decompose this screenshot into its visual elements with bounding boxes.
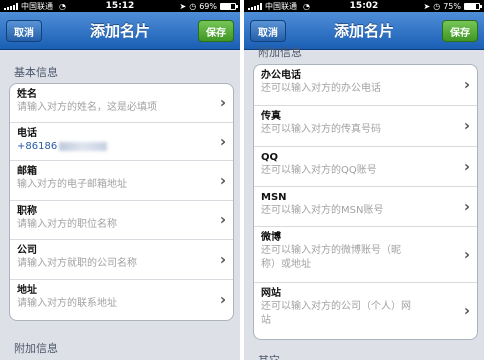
field-weibo[interactable]: 微博 还可以输入对方的微博账号（昵 称）或地址 › xyxy=(254,227,477,283)
status-bar: 中国联通 ◔ 15:02 ➤ ◷ 75% xyxy=(244,0,484,12)
chevron-right-icon: › xyxy=(463,197,470,215)
section-header-extra: 附加信息 xyxy=(258,46,302,59)
cancel-button[interactable]: 取消 xyxy=(250,20,286,42)
field-value: 还可以输入对方的QQ账号 xyxy=(261,165,377,176)
field-label: 传真 xyxy=(261,111,281,122)
field-value: 还可以输入对方的MSN账号 xyxy=(261,205,384,216)
status-bar: 中国联通 ◔ 15:12 ➤ ◷ 69% xyxy=(0,0,240,12)
field-value: 请输入对方的职位名称 xyxy=(17,219,117,230)
field-label: 微博 xyxy=(261,232,281,243)
wifi-icon: ◔ xyxy=(59,1,66,11)
right-screen: 中国联通 ◔ 15:02 ➤ ◷ 75% 取消 添加名片 保存 附加信息 办公电… xyxy=(244,0,484,360)
field-email[interactable]: 邮箱 输入对方的电子邮箱地址 › xyxy=(10,161,233,201)
field-office-phone[interactable]: 办公电话 还可以输入对方的办公电话 › xyxy=(254,65,477,106)
cancel-button[interactable]: 取消 xyxy=(6,20,42,42)
form-content: 附加信息 办公电话 还可以输入对方的办公电话 › 传真 还可以输入对方的传真号码… xyxy=(244,46,484,360)
field-label: 邮箱 xyxy=(17,166,37,177)
field-value-line2: 称）或地址 xyxy=(261,259,311,270)
battery-percent: 75% xyxy=(443,1,461,11)
page-title: 添加名片 xyxy=(333,22,394,40)
field-value-line1: 还可以输入对方的微博账号（昵 xyxy=(261,245,401,256)
field-address[interactable]: 地址 请输入对方的联系地址 › xyxy=(10,280,233,320)
field-label: 姓名 xyxy=(17,89,37,100)
field-value: 还可以输入对方的传真号码 xyxy=(261,124,381,135)
field-label: 地址 xyxy=(17,285,37,296)
redacted-number xyxy=(59,141,108,151)
chevron-right-icon: › xyxy=(219,171,226,189)
field-label: 职称 xyxy=(17,206,37,217)
carrier-name: 中国联通 xyxy=(21,1,53,11)
field-company[interactable]: 公司 请输入对方就职的公司名称 › xyxy=(10,240,233,280)
section-header-extra: 附加信息 xyxy=(14,342,58,355)
form-content: 基本信息 姓名 请输入对方的姓名，这是必填项 › 电话 +86186 › 邮箱 … xyxy=(0,50,240,360)
left-screen: 中国联通 ◔ 15:12 ➤ ◷ 69% 取消 添加名片 保存 基本信息 姓名 … xyxy=(0,0,240,360)
extra-info-group: 办公电话 还可以输入对方的办公电话 › 传真 还可以输入对方的传真号码 › QQ… xyxy=(253,64,478,340)
field-label: MSN xyxy=(261,192,287,203)
chevron-right-icon: › xyxy=(219,93,226,112)
chevron-right-icon: › xyxy=(219,250,226,268)
carrier: 中国联通 ◔ xyxy=(248,1,310,12)
field-msn[interactable]: MSN 还可以输入对方的MSN账号 › xyxy=(254,187,477,227)
field-value: +86186 xyxy=(17,140,213,154)
field-website[interactable]: 网站 还可以输入对方的公司（个人）网 站 › xyxy=(254,283,477,339)
chevron-right-icon: › xyxy=(463,245,470,263)
alarm-icon: ◷ xyxy=(433,1,441,11)
battery-percent: 69% xyxy=(199,1,217,11)
signal-icon xyxy=(248,2,262,10)
field-label: QQ xyxy=(261,152,279,163)
chevron-right-icon: › xyxy=(463,157,470,175)
basic-info-group: 姓名 请输入对方的姓名，这是必填项 › 电话 +86186 › 邮箱 输入对方的… xyxy=(9,83,234,321)
nav-bar: 取消 添加名片 保存 xyxy=(0,12,240,50)
signal-icon xyxy=(4,2,18,10)
battery-icon xyxy=(464,2,482,10)
carrier-name: 中国联通 xyxy=(265,1,297,11)
carrier: 中国联通 ◔ xyxy=(4,1,66,12)
chevron-right-icon: › xyxy=(219,210,226,229)
alarm-icon: ◷ xyxy=(189,1,197,11)
section-header-other: 其它 xyxy=(244,352,280,360)
save-button[interactable]: 保存 xyxy=(198,20,234,42)
location-icon: ➤ xyxy=(423,1,431,11)
field-fax[interactable]: 传真 还可以输入对方的传真号码 › xyxy=(254,106,477,147)
field-value: 还可以输入对方的办公电话 xyxy=(261,83,381,94)
chevron-right-icon: › xyxy=(219,132,226,150)
field-name[interactable]: 姓名 请输入对方的姓名，这是必填项 › xyxy=(10,84,233,123)
chevron-right-icon: › xyxy=(463,301,470,320)
field-value: 请输入对方的联系地址 xyxy=(17,298,117,309)
field-qq[interactable]: QQ 还可以输入对方的QQ账号 › xyxy=(254,147,477,187)
field-value-line1: 还可以输入对方的公司（个人）网 xyxy=(261,301,411,312)
section-header-basic: 基本信息 xyxy=(14,66,58,79)
save-button[interactable]: 保存 xyxy=(442,20,478,42)
battery-icon xyxy=(220,2,238,10)
chevron-right-icon: › xyxy=(463,75,470,94)
field-label: 网站 xyxy=(261,288,281,299)
field-value: 请输入对方就职的公司名称 xyxy=(17,258,137,269)
page-title: 添加名片 xyxy=(89,22,150,40)
chevron-right-icon: › xyxy=(463,116,470,135)
field-label: 办公电话 xyxy=(261,70,301,81)
chevron-right-icon: › xyxy=(219,290,226,309)
field-label: 电话 xyxy=(17,128,37,139)
location-icon: ➤ xyxy=(179,1,187,11)
field-title[interactable]: 职称 请输入对方的职位名称 › xyxy=(10,201,233,240)
field-value-line2: 站 xyxy=(261,315,271,326)
field-value: 请输入对方的姓名，这是必填项 xyxy=(17,102,157,113)
field-value: 输入对方的电子邮箱地址 xyxy=(17,179,127,190)
field-label: 公司 xyxy=(17,245,37,256)
field-phone[interactable]: 电话 +86186 › xyxy=(10,123,233,161)
wifi-icon: ◔ xyxy=(303,1,310,11)
